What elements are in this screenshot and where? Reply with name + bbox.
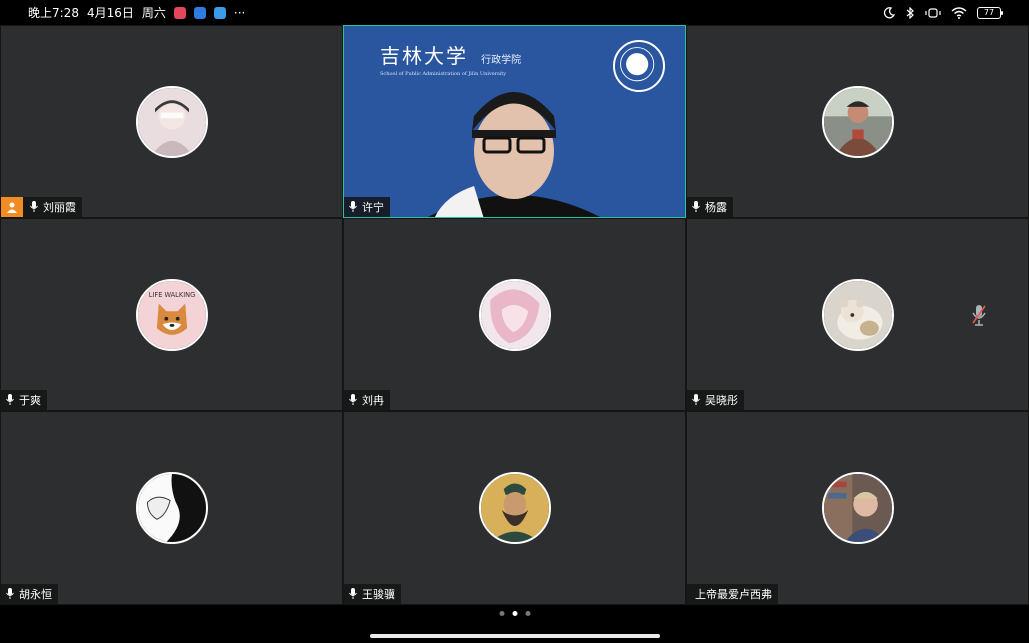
wifi-icon <box>951 6 967 19</box>
microphone-icon <box>348 394 358 406</box>
participant-nametag: 许宁 <box>344 197 390 217</box>
participant-nametag: 杨露 <box>687 197 733 217</box>
participant-nametag: 于爽 <box>1 390 47 410</box>
battery-icon: 77 <box>977 6 1003 19</box>
microphone-icon <box>5 394 15 406</box>
banner-title: 吉林大学 <box>380 44 468 68</box>
participant-tile[interactable]: 王骏骥 <box>343 411 686 605</box>
participant-nametag: 刘丽霞 <box>1 197 82 217</box>
video-grid: 刘丽霞 吉林大学 行政学院 School of Public Administr… <box>0 25 1029 605</box>
university-banner: 吉林大学 行政学院 School of Public Administratio… <box>380 40 521 77</box>
participant-avatar <box>478 278 551 351</box>
page-indicator[interactable] <box>499 611 530 616</box>
participant-avatar: LIFE WALKING <box>135 278 208 351</box>
vibrate-icon <box>925 7 941 18</box>
participant-avatar <box>821 278 894 351</box>
microphone-icon <box>348 588 358 600</box>
participant-name: 许宁 <box>362 201 384 214</box>
participant-tile[interactable]: 刘丽霞 <box>0 25 343 218</box>
participant-tile[interactable]: 吴晓彤 <box>686 218 1029 411</box>
participant-nametag: 刘冉 <box>344 390 390 410</box>
microphone-icon <box>348 201 358 213</box>
participant-avatar <box>135 85 208 158</box>
participant-name: 刘冉 <box>362 394 384 407</box>
participant-tile[interactable]: 上帝最爱卢西弗 <box>686 411 1029 605</box>
microphone-icon <box>691 201 701 213</box>
microphone-icon <box>5 588 15 600</box>
participant-tile[interactable]: 杨露 <box>686 25 1029 218</box>
notification-gallery-icon <box>193 6 206 19</box>
bluetooth-icon <box>906 6 914 19</box>
participant-tile[interactable]: 胡永恒 <box>0 411 343 605</box>
home-indicator[interactable] <box>370 634 660 638</box>
host-badge-icon <box>1 197 23 217</box>
participant-name: 于爽 <box>19 394 41 407</box>
participant-nametag: 吴晓彤 <box>687 390 744 410</box>
speaker-video-feed <box>428 92 600 217</box>
status-bar: 晚上7:28 4月16日 周六 ··· 77 <box>0 0 1029 25</box>
status-weekday: 周六 <box>141 6 166 20</box>
muted-microphone-icon <box>972 304 986 326</box>
participant-name: 杨露 <box>705 201 727 214</box>
participant-name: 上帝最爱卢西弗 <box>695 588 772 601</box>
status-date: 4月16日 <box>86 6 134 20</box>
page-dot[interactable] <box>499 611 504 616</box>
microphone-icon <box>691 394 701 406</box>
participant-avatar <box>821 472 894 544</box>
participant-nametag: 上帝最爱卢西弗 <box>687 584 778 604</box>
page-dot-active[interactable] <box>512 611 517 616</box>
notification-app-icon <box>173 6 186 19</box>
notification-cloud-icon <box>213 6 226 19</box>
participant-avatar <box>135 472 208 544</box>
participant-avatar <box>478 472 551 544</box>
participant-name: 王骏骥 <box>362 588 395 601</box>
svg-text:LIFE WALKING: LIFE WALKING <box>148 291 194 299</box>
do-not-disturb-icon <box>883 6 895 18</box>
banner-subtitle: 行政学院 <box>481 55 522 66</box>
participant-nametag: 胡永恒 <box>1 584 58 604</box>
participant-tile[interactable]: LIFE WALKING 于爽 <box>0 218 343 411</box>
active-speaker-tile[interactable]: 吉林大学 行政学院 School of Public Administratio… <box>343 25 686 218</box>
participant-avatar <box>821 85 894 158</box>
bottom-bar <box>0 605 1029 643</box>
participant-name: 胡永恒 <box>19 588 52 601</box>
page-dot[interactable] <box>525 611 530 616</box>
participant-name: 刘丽霞 <box>43 201 76 214</box>
microphone-icon <box>29 201 39 213</box>
participant-tile[interactable]: 刘冉 <box>343 218 686 411</box>
participant-name: 吴晓彤 <box>705 394 738 407</box>
participant-nametag: 王骏骥 <box>344 584 401 604</box>
clock-time: 晚上7:28 <box>28 6 79 20</box>
more-notifications-icon: ··· <box>233 5 246 20</box>
